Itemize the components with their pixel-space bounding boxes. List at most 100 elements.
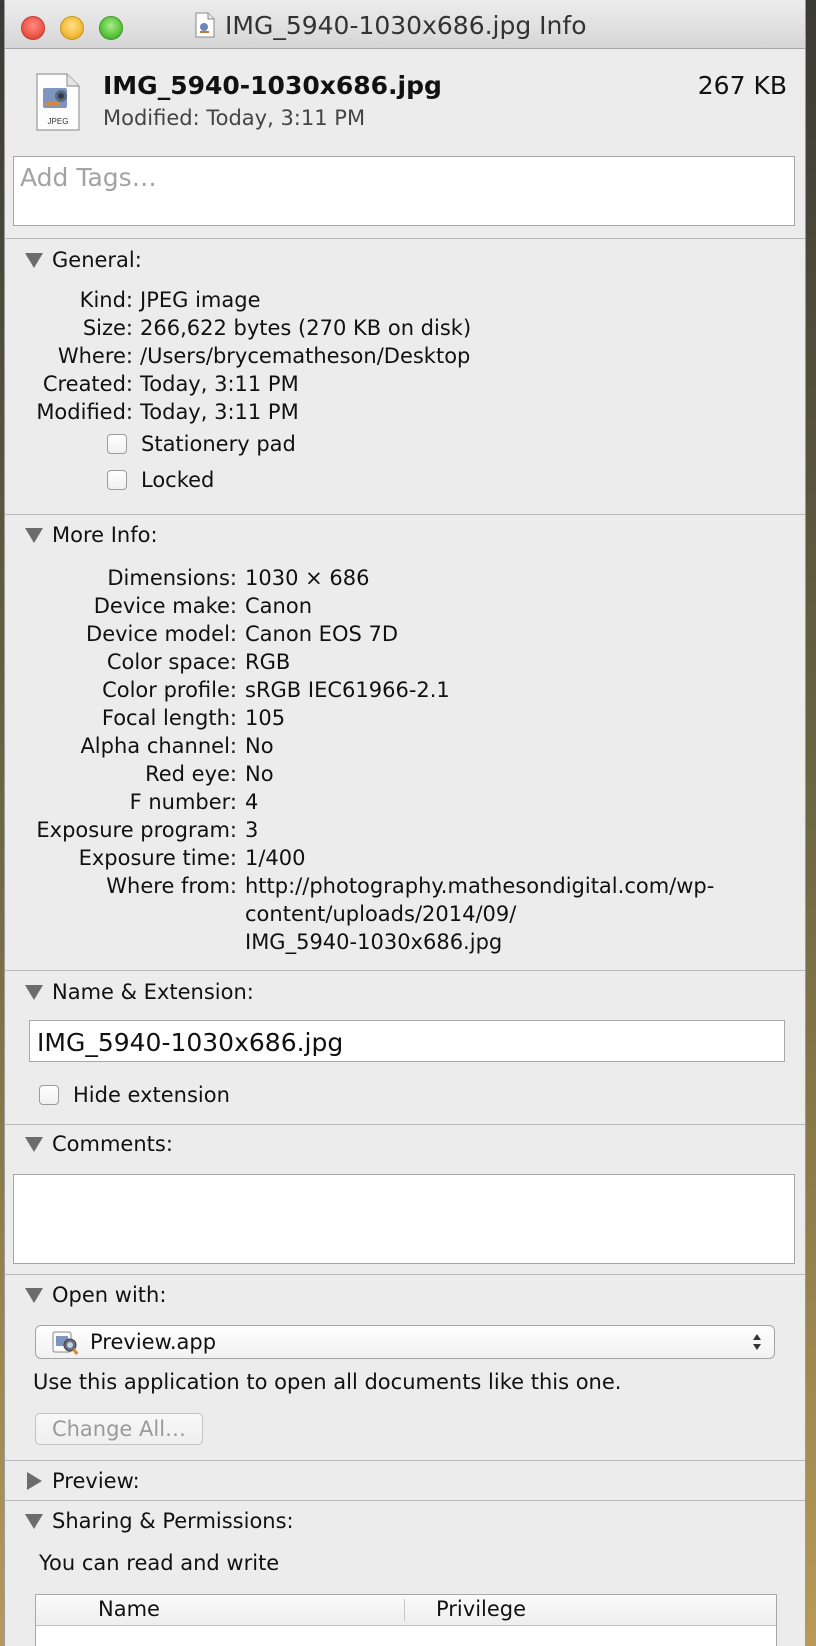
where-from-label: Where from: bbox=[106, 874, 237, 898]
disclosure-triangle-icon[interactable] bbox=[25, 527, 43, 543]
section-general-header[interactable]: General: bbox=[25, 247, 142, 273]
color-profile-value: sRGB IEC61966-2.1 bbox=[245, 678, 450, 702]
zoom-button[interactable] bbox=[99, 16, 123, 40]
exposure-program-label: Exposure program: bbox=[36, 818, 237, 842]
where-value: /Users/brycematheson/Desktop bbox=[140, 344, 471, 368]
red-eye-value: No bbox=[245, 762, 274, 786]
hide-extension-label: Hide extension bbox=[73, 1083, 230, 1107]
minimize-button[interactable] bbox=[60, 16, 84, 40]
disclosure-triangle-icon[interactable] bbox=[25, 1287, 43, 1303]
exposure-time-label: Exposure time: bbox=[78, 846, 237, 870]
color-space-value: RGB bbox=[245, 650, 291, 674]
comments-textarea[interactable] bbox=[13, 1174, 795, 1264]
where-from-line-3: IMG_5940-1030x686.jpg bbox=[245, 930, 503, 954]
focal-length-label: Focal length: bbox=[101, 706, 237, 730]
dimensions-value: 1030 × 686 bbox=[245, 566, 370, 590]
alpha-channel-value: No bbox=[245, 734, 274, 758]
file-name: IMG_5940-1030x686.jpg bbox=[103, 71, 442, 100]
permissions-table[interactable]: Name Privilege bbox=[35, 1594, 777, 1646]
exposure-program-value: 3 bbox=[245, 818, 259, 842]
close-button[interactable] bbox=[21, 16, 45, 40]
stationery-pad-box[interactable] bbox=[107, 434, 127, 454]
open-with-help-text: Use this application to open all documen… bbox=[33, 1370, 622, 1394]
hide-extension-checkbox[interactable]: Hide extension bbox=[39, 1083, 230, 1107]
open-with-popup[interactable]: Preview.app bbox=[35, 1325, 775, 1359]
alpha-channel-label: Alpha channel: bbox=[80, 734, 237, 758]
divider bbox=[5, 1460, 805, 1461]
column-divider bbox=[404, 1599, 405, 1621]
column-header-privilege[interactable]: Privilege bbox=[436, 1597, 526, 1621]
f-number-value: 4 bbox=[245, 790, 259, 814]
table-header: Name Privilege bbox=[36, 1595, 776, 1626]
section-open-with-header[interactable]: Open with: bbox=[25, 1282, 166, 1308]
size-label: Size: bbox=[82, 316, 133, 340]
disclosure-triangle-collapsed-icon[interactable] bbox=[27, 1472, 42, 1490]
red-eye-label: Red eye: bbox=[145, 762, 237, 786]
section-comments-title: Comments: bbox=[52, 1132, 173, 1156]
divider bbox=[5, 970, 805, 971]
locked-box[interactable] bbox=[107, 470, 127, 490]
divider bbox=[5, 238, 805, 239]
updown-arrows-icon bbox=[753, 1334, 761, 1350]
section-preview-header[interactable]: Preview: bbox=[25, 1468, 140, 1494]
kind-label: Kind: bbox=[79, 288, 133, 312]
modified-date: Modified: Today, 3:11 PM bbox=[103, 106, 366, 130]
section-general-title: General: bbox=[52, 248, 142, 272]
modified-label: Modified: bbox=[36, 400, 133, 424]
disclosure-triangle-icon[interactable] bbox=[25, 984, 43, 1000]
device-model-label: Device model: bbox=[86, 622, 237, 646]
jpeg-file-icon: JPEG bbox=[36, 73, 80, 131]
title-bar[interactable]: IMG_5940-1030x686.jpg Info bbox=[5, 0, 805, 49]
change-all-button[interactable]: Change All… bbox=[35, 1413, 203, 1445]
section-more-info-title: More Info: bbox=[52, 523, 158, 547]
change-all-label: Change All… bbox=[51, 1417, 187, 1441]
section-open-with-title: Open with: bbox=[52, 1283, 167, 1307]
tags-field[interactable]: Add Tags… bbox=[13, 156, 795, 226]
section-sharing-header[interactable]: Sharing & Permissions: bbox=[25, 1508, 294, 1534]
document-icon bbox=[195, 12, 215, 38]
section-comments-header[interactable]: Comments: bbox=[25, 1131, 173, 1157]
section-name-extension-title: Name & Extension: bbox=[52, 980, 254, 1004]
divider bbox=[5, 514, 805, 515]
file-size: 267 KB bbox=[697, 71, 787, 100]
column-header-name[interactable]: Name bbox=[98, 1597, 160, 1621]
section-more-info-header[interactable]: More Info: bbox=[25, 522, 158, 548]
section-preview-title: Preview: bbox=[52, 1469, 140, 1493]
where-from-line-2: content/uploads/2014/09/ bbox=[245, 902, 517, 926]
dimensions-label: Dimensions: bbox=[107, 566, 237, 590]
disclosure-triangle-icon[interactable] bbox=[25, 1136, 43, 1152]
locked-checkbox[interactable]: Locked bbox=[107, 468, 214, 492]
divider bbox=[5, 1274, 805, 1275]
name-extension-value: IMG_5940-1030x686.jpg bbox=[37, 1028, 344, 1057]
window-title: IMG_5940-1030x686.jpg Info bbox=[225, 10, 587, 40]
created-value: Today, 3:11 PM bbox=[140, 372, 299, 396]
preview-app-icon bbox=[52, 1331, 79, 1355]
locked-label: Locked bbox=[141, 468, 215, 492]
divider bbox=[5, 1500, 805, 1501]
color-space-label: Color space: bbox=[106, 650, 237, 674]
jpeg-icon-label: JPEG bbox=[48, 117, 69, 126]
open-with-app-name: Preview.app bbox=[90, 1330, 217, 1354]
modified-value: Today, 3:11 PM bbox=[140, 400, 299, 424]
size-value: 266,622 bytes (270 KB on disk) bbox=[140, 316, 472, 340]
disclosure-triangle-icon[interactable] bbox=[25, 1513, 43, 1529]
where-from-line-1: http://photography.mathesondigital.com/w… bbox=[245, 874, 715, 898]
stationery-pad-checkbox[interactable]: Stationery pad bbox=[107, 432, 296, 456]
where-label: Where: bbox=[57, 344, 133, 368]
name-extension-input[interactable]: IMG_5940-1030x686.jpg bbox=[29, 1020, 785, 1062]
f-number-label: F number: bbox=[129, 790, 237, 814]
section-name-extension-header[interactable]: Name & Extension: bbox=[25, 979, 254, 1005]
divider bbox=[5, 1124, 805, 1125]
hide-extension-box[interactable] bbox=[39, 1085, 59, 1105]
info-window: IMG_5940-1030x686.jpg Info JPEG IMG_5940… bbox=[4, 0, 806, 1646]
section-sharing-title: Sharing & Permissions: bbox=[52, 1509, 294, 1533]
device-make-label: Device make: bbox=[93, 594, 237, 618]
device-model-value: Canon EOS 7D bbox=[245, 622, 399, 646]
exposure-time-value: 1/400 bbox=[245, 846, 306, 870]
tags-placeholder: Add Tags… bbox=[20, 163, 157, 192]
permission-status: You can read and write bbox=[39, 1551, 280, 1575]
device-make-value: Canon bbox=[245, 594, 312, 618]
kind-value: JPEG image bbox=[140, 288, 261, 312]
created-label: Created: bbox=[42, 372, 133, 396]
disclosure-triangle-icon[interactable] bbox=[25, 252, 43, 268]
